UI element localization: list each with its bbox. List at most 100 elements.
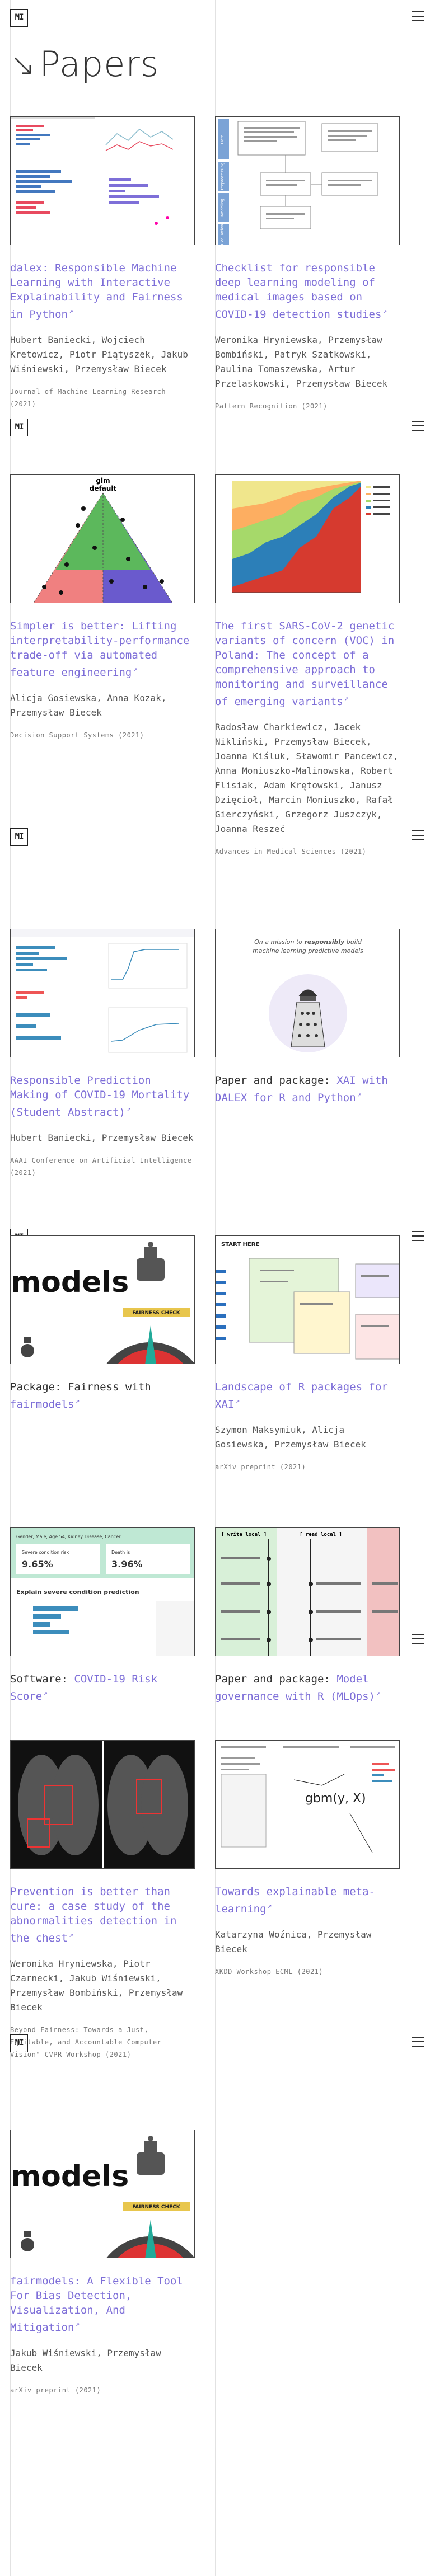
external-link-icon: ↗: [235, 1397, 240, 1405]
hamburger-icon[interactable]: [412, 1634, 424, 1644]
external-link-icon: ↗: [357, 1090, 362, 1099]
paper-thumbnail[interactable]: [10, 116, 195, 245]
paper-thumbnail[interactable]: Data Preprocessing Modeling Evaluation: [215, 116, 400, 245]
patient-header: Gender, Male, Age 54, Kidney Disease, Ca…: [16, 1534, 121, 1539]
paper-authors: Katarzyna Woźnica, Przemysław Biecek: [215, 1929, 372, 1954]
paper-card: On a mission to responsibly build machin…: [215, 929, 400, 1105]
paper-authors: Hubert Baniecki, Wojciech Kretowicz, Pio…: [10, 335, 188, 374]
paper-authors: Weronika Hryniewska, Piotr Czarnecki, Ja…: [10, 1958, 183, 2013]
paper-thumbnail[interactable]: [ write local ] [ read local ]: [215, 1527, 400, 1656]
paper-card: Data Preprocessing Modeling Evaluation C…: [215, 116, 400, 412]
paper-authors: Jakub Wiśniewski, Przemysław Biecek: [10, 2348, 161, 2373]
column-label: [ write local ]: [221, 1531, 267, 1538]
external-link-icon: ↗: [68, 307, 73, 316]
site-logo[interactable]: MI: [10, 9, 28, 27]
paper-thumbnail[interactable]: Gender, Male, Age 54, Kidney Disease, Ca…: [10, 1527, 195, 1656]
risk-label: Severe condition risk: [22, 1550, 69, 1555]
paper-authors: Hubert Baniecki, Przemysław Biecek: [10, 1132, 194, 1143]
paper-venue: Journal of Machine Learning Research (20…: [10, 388, 166, 408]
paper-thumbnail[interactable]: models FAIRNESS CHECK: [10, 2130, 195, 2258]
external-link-icon: ↗: [75, 2320, 80, 2329]
sticky-header-repeat: MI: [0, 410, 430, 436]
external-link-icon: ↗: [75, 1397, 80, 1405]
risk-value: 3.96%: [111, 1559, 143, 1569]
paper-venue: Decision Support Systems (2021): [10, 731, 144, 739]
logo-text: models: [11, 2160, 129, 2193]
paper-card: Gender, Male, Age 54, Kidney Disease, Ca…: [10, 1527, 195, 1704]
stage-label: Data: [220, 135, 225, 144]
paper-title-link[interactable]: Prevention is better than cure: a case s…: [10, 1884, 195, 1945]
paper-authors: Alicja Gosiewska, Anna Kozak, Przemysław…: [10, 693, 167, 718]
stage-label: Evaluation: [220, 224, 225, 245]
explain-heading: Explain severe condition prediction: [16, 1588, 139, 1596]
thumb-title: glm: [96, 477, 110, 485]
thumb-heading: START HERE: [221, 1242, 259, 1248]
paper-title-link[interactable]: Paper and package: XAI with DALEX for R …: [215, 1073, 400, 1105]
paper-thumbnail[interactable]: models FAIRNESS CHECK: [10, 1235, 195, 1364]
risk-label: Death is: [111, 1550, 130, 1555]
formula-text: gbm(y, X): [305, 1792, 366, 1806]
page-title: ↘Papers: [10, 44, 160, 84]
paper-thumbnail[interactable]: glm default: [10, 474, 195, 603]
external-link-icon: ↗: [382, 307, 387, 316]
hamburger-icon[interactable]: [412, 830, 424, 840]
external-link-icon: ↗: [344, 694, 349, 703]
hamburger-icon[interactable]: [412, 11, 424, 21]
paper-thumbnail[interactable]: gbm(y, X): [215, 1740, 400, 1869]
logo-text: models: [11, 1266, 129, 1299]
svg-text:On a mission to responsibly bu: On a mission to responsibly build: [254, 938, 362, 946]
paper-title-link[interactable]: Package: Fairness with fairmodels ↗: [10, 1380, 195, 1412]
paper-authors: Radosław Charkiewicz, Jacek Nikliński, P…: [215, 722, 399, 834]
site-logo[interactable]: MI: [10, 419, 28, 436]
hamburger-icon[interactable]: [412, 1231, 424, 1241]
hamburger-icon[interactable]: [412, 2037, 424, 2047]
paper-card: Prevention is better than cure: a case s…: [10, 1740, 195, 2061]
site-header: MI: [0, 0, 430, 27]
paper-venue: XKDD Workshop ECML (2021): [215, 1968, 324, 1976]
paper-title-link[interactable]: Responsible Prediction Making of COVID-1…: [10, 1073, 195, 1120]
paper-title-link[interactable]: Simpler is better: Lifting interpretabil…: [10, 619, 195, 680]
tagline-text: On a mission to: [254, 938, 302, 946]
paper-title-link[interactable]: dalex: Responsible Machine Learning with…: [10, 261, 195, 322]
thumb-subtitle: default: [90, 485, 117, 492]
paper-card: models FAIRNESS CHECK fairmodels: A Flex…: [10, 2130, 195, 2396]
hamburger-icon[interactable]: [412, 421, 424, 431]
external-link-icon: ↗: [126, 1105, 131, 1113]
paper-venue: arXiv preprint (2021): [215, 1463, 306, 1471]
paper-venue: Pattern Recognition (2021): [215, 402, 328, 410]
paper-thumbnail[interactable]: START HERE: [215, 1235, 400, 1364]
paper-title-link[interactable]: fairmodels: A Flexible Tool For Bias Det…: [10, 2274, 195, 2335]
paper-card: glm default Simpler is better: Lifting i…: [10, 474, 195, 741]
paper-title-link[interactable]: Landscape of R packages for XAI ↗: [215, 1380, 400, 1412]
external-link-icon: ↗: [267, 1902, 272, 1910]
paper-card: The first SARS-CoV-2 genetic variants of…: [215, 474, 400, 858]
banner-text: FAIRNESS CHECK: [132, 2204, 181, 2210]
external-link-icon: ↗: [43, 1689, 48, 1698]
paper-title-link[interactable]: Checklist for responsible deep learning …: [215, 261, 400, 322]
site-logo[interactable]: MI: [10, 828, 28, 846]
paper-thumbnail[interactable]: [215, 474, 400, 603]
tagline-text: machine learning predictive models: [253, 947, 363, 955]
paper-venue: Beyond Fairness: Towards a Just, Equitab…: [10, 2026, 162, 2058]
paper-card: Responsible Prediction Making of COVID-1…: [10, 929, 195, 1179]
paper-title-link[interactable]: Towards explainable meta-learning ↗: [215, 1884, 400, 1916]
paper-venue: arXiv preprint (2021): [10, 2386, 101, 2394]
external-link-icon: ↗: [376, 1689, 381, 1698]
paper-authors: Szymon Maksymiuk, Alicja Gosiewska, Prze…: [215, 1425, 366, 1450]
paper-thumbnail[interactable]: [10, 1740, 195, 1869]
paper-thumbnail[interactable]: [10, 929, 195, 1057]
stage-label: Preprocessing: [220, 163, 225, 190]
paper-title-link[interactable]: Software: COVID-19 Risk Score ↗: [10, 1672, 195, 1704]
paper-title-link[interactable]: Paper and package: Model governance with…: [215, 1672, 400, 1704]
banner-text: FAIRNESS CHECK: [132, 1310, 181, 1316]
paper-card: models FAIRNESS CHECK Package: Fairness …: [10, 1235, 195, 1412]
paper-venue: AAAI Conference on Artificial Intelligen…: [10, 1157, 192, 1177]
paper-thumbnail[interactable]: On a mission to responsibly build machin…: [215, 929, 400, 1057]
external-link-icon: ↗: [68, 1931, 73, 1939]
stage-label: Modeling: [220, 199, 225, 217]
paper-title-link[interactable]: The first SARS-CoV-2 genetic variants of…: [215, 619, 400, 709]
paper-card: dalex: Responsible Machine Learning with…: [10, 116, 195, 410]
paper-card: START HERE Landscape of R packages for X…: [215, 1235, 400, 1473]
tagline-emphasis: responsibly: [305, 938, 345, 946]
arrow-down-right-icon: ↘: [10, 47, 36, 82]
